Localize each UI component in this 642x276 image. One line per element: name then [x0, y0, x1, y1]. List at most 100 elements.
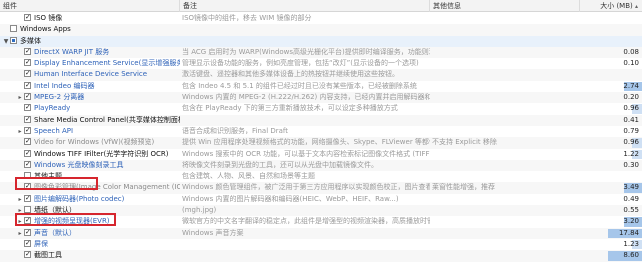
component-description: 管理显示设备功能的服务，例如亮度管理，包括“改灯”(显示设备的一个选项): [182, 59, 419, 68]
tree-row[interactable]: 截图工具 8.60: [0, 250, 642, 262]
component-info: [430, 13, 580, 24]
tree-row[interactable]: ▸ 图片编解码器(Photo codec) Windows 内置的图片解码器和编码器…: [0, 194, 642, 205]
component-description: 提供 Win 应用程序处理视频格式的功能，网络摄像头、Skype、FLViewe…: [182, 138, 430, 147]
row-name-cell: ▸ MPEG-2 分离器: [0, 92, 180, 103]
component-info: [430, 205, 580, 216]
tree-row[interactable]: Display Enhancement Service(显示增强服务)管理显示设…: [0, 58, 642, 69]
component-description: Windows 内置的 MPEG-2 (H.222/H.262) 内容支持，已经…: [182, 93, 430, 102]
component-size: [580, 24, 642, 35]
tree-row[interactable]: ▸ 墙纸（默认） (mgh.jpg) 0.55: [0, 205, 642, 217]
tree-row[interactable]: Video for Windows (VfW)(视频预览) 提供 Win 应用程序…: [0, 137, 642, 149]
component-checkbox[interactable]: [24, 160, 31, 170]
tree-row[interactable]: ▸ MPEG-2 分离器 Windows 内置的 MPEG-2 (H.222/H.2…: [0, 92, 642, 104]
component-name: 声音（默认）: [34, 228, 76, 237]
component-checkbox[interactable]: [24, 206, 31, 214]
component-name: MPEG-2 分离器: [34, 93, 85, 102]
component-info: [430, 126, 580, 137]
component-checkbox[interactable]: [24, 103, 31, 114]
component-description: Windows 内置的图片解码器和编码器(HEIC、WebP、HEIF、Raw.…: [182, 194, 399, 203]
size-value: 0.30: [623, 160, 639, 169]
row-name-cell: PlayReady: [0, 103, 180, 114]
component-tree-list[interactable]: ISO 镜像 ISO镜像中的组件，移去 WIM 镜像的部分 Windows Apps…: [0, 13, 642, 262]
tree-row[interactable]: ▸ 增强的视频呈现器(EVR) 微软官方的中文名字翻译的稳定点，此组件是增强型的视频…: [0, 216, 642, 227]
size-value: 0.79: [623, 126, 639, 135]
component-name: ISO 镜像: [34, 14, 63, 22]
component-info: [430, 160, 580, 171]
component-size: 0.10: [580, 58, 642, 69]
row-name-cell: 其他主题: [0, 171, 180, 182]
component-checkbox[interactable]: [24, 228, 31, 238]
tree-row[interactable]: Windows Apps: [0, 24, 642, 36]
expand-toggle-icon[interactable]: ▸: [16, 92, 24, 103]
component-name: 屏保: [34, 239, 48, 248]
component-size: [580, 36, 642, 47]
component-checkbox[interactable]: [24, 137, 31, 148]
component-checkbox[interactable]: [24, 126, 31, 136]
component-info: [430, 47, 580, 58]
component-checkbox[interactable]: [24, 172, 31, 180]
component-checkbox[interactable]: [10, 36, 17, 44]
component-checkbox[interactable]: [24, 216, 31, 227]
component-size: 3.49: [580, 182, 642, 193]
component-size: 8.60: [580, 250, 642, 261]
tree-row[interactable]: Windows TIFF IFilter(光学字符识别 OCR) Windows …: [0, 149, 642, 160]
tree-row[interactable]: 屏保 1.23: [0, 239, 642, 250]
tree-row[interactable]: ▼ 多媒体: [0, 35, 642, 47]
expand-toggle-icon[interactable]: ▸: [16, 216, 24, 227]
size-value: 0.96: [623, 104, 639, 113]
component-info: 莱窗性能增强，推荐: [432, 183, 495, 192]
tree-row[interactable]: 其他主题 包含建筑、人物、风景、自然和场景等主题: [0, 171, 642, 182]
component-name: DirectX WARP JIT 服务: [34, 47, 110, 56]
component-checkbox[interactable]: [24, 182, 31, 193]
component-description: [180, 36, 430, 47]
expand-toggle-icon[interactable]: ▸: [16, 126, 24, 137]
tree-row[interactable]: ISO 镜像 ISO镜像中的组件，移去 WIM 镜像的部分: [0, 13, 642, 24]
component-name: Intel Indeo 编码器: [34, 81, 95, 90]
expand-toggle-icon[interactable]: ▸: [16, 205, 24, 216]
component-name: Video for Windows (VfW)(视频预览): [34, 138, 155, 147]
column-header-size[interactable]: 大小 (MB) ▴: [580, 0, 642, 12]
component-checkbox[interactable]: [24, 47, 31, 57]
tree-row[interactable]: ▸ 声音（默认） Windows 声音方案 17.84: [0, 227, 642, 239]
row-name-cell: Human Interface Device Service: [0, 69, 180, 80]
tree-row[interactable]: DirectX WARP JIT 服务 当 ACG 启用时为 WARP(Windo…: [0, 46, 642, 59]
expand-toggle-icon[interactable]: ▸: [16, 228, 24, 239]
tree-row[interactable]: PlayReady 包含在 PlayReady 下的第三方重新播放技术，可以设定多…: [0, 103, 642, 114]
component-checkbox[interactable]: [10, 25, 17, 33]
component-checkbox[interactable]: [24, 250, 31, 261]
component-checkbox[interactable]: [24, 69, 31, 80]
tree-row[interactable]: Share Media Control Panel(共享媒体控制面板) 0.41: [0, 114, 642, 126]
expand-toggle-icon[interactable]: ▸: [16, 194, 24, 205]
component-description: [180, 239, 430, 250]
component-info: [430, 250, 580, 261]
component-checkbox[interactable]: [24, 92, 31, 102]
component-description: 将映像文件刻录到光盘的工具，还可以从光盘中加载镜像文件。: [182, 160, 378, 169]
tree-row[interactable]: 图像色彩管理(Image Color Management (ICM))Wind…: [0, 182, 642, 194]
component-size: 0.30: [580, 160, 642, 171]
row-name-cell: DirectX WARP JIT 服务: [0, 47, 180, 58]
tree-row[interactable]: Intel Indeo 编码器 包含 Indeo 4.5 和 5.1 的组件已经过…: [0, 81, 642, 92]
component-checkbox[interactable]: [24, 115, 31, 125]
row-name-cell: Intel Indeo 编码器: [0, 81, 180, 92]
column-header-description[interactable]: 备注: [180, 0, 430, 12]
size-value: 0.20: [623, 93, 639, 102]
component-size: 0.96: [580, 103, 642, 114]
component-checkbox[interactable]: [24, 239, 31, 249]
component-checkbox[interactable]: [24, 13, 31, 23]
column-header-info[interactable]: 其他信息: [430, 0, 580, 12]
size-value: 0.55: [623, 206, 639, 215]
component-info: [430, 239, 580, 250]
column-header-name[interactable]: 组件: [0, 0, 180, 12]
tree-row[interactable]: Windows 光盘映像刻录工具 将映像文件刻录到光盘的工具，还可以从光盘中加载镜…: [0, 159, 642, 172]
tree-row[interactable]: Human Interface Device Service 激活键盘、遥控器和其…: [0, 69, 642, 81]
component-description: ISO镜像中的组件，移去 WIM 镜像的部分: [182, 14, 312, 22]
row-name-cell: 截图工具: [0, 250, 180, 261]
tree-row[interactable]: ▸ Speech API 语音合成和识别服务，Final Draft 0.79: [0, 126, 642, 137]
component-checkbox[interactable]: [24, 81, 31, 91]
expand-toggle-icon[interactable]: ▼: [2, 36, 10, 47]
component-checkbox[interactable]: [24, 58, 31, 68]
component-info: [430, 228, 580, 239]
component-checkbox[interactable]: [24, 149, 31, 159]
component-description: 包含 Indeo 4.5 和 5.1 的组件已经过时且已没有某些版本，已经被删除…: [182, 81, 417, 90]
component-checkbox[interactable]: [24, 194, 31, 204]
